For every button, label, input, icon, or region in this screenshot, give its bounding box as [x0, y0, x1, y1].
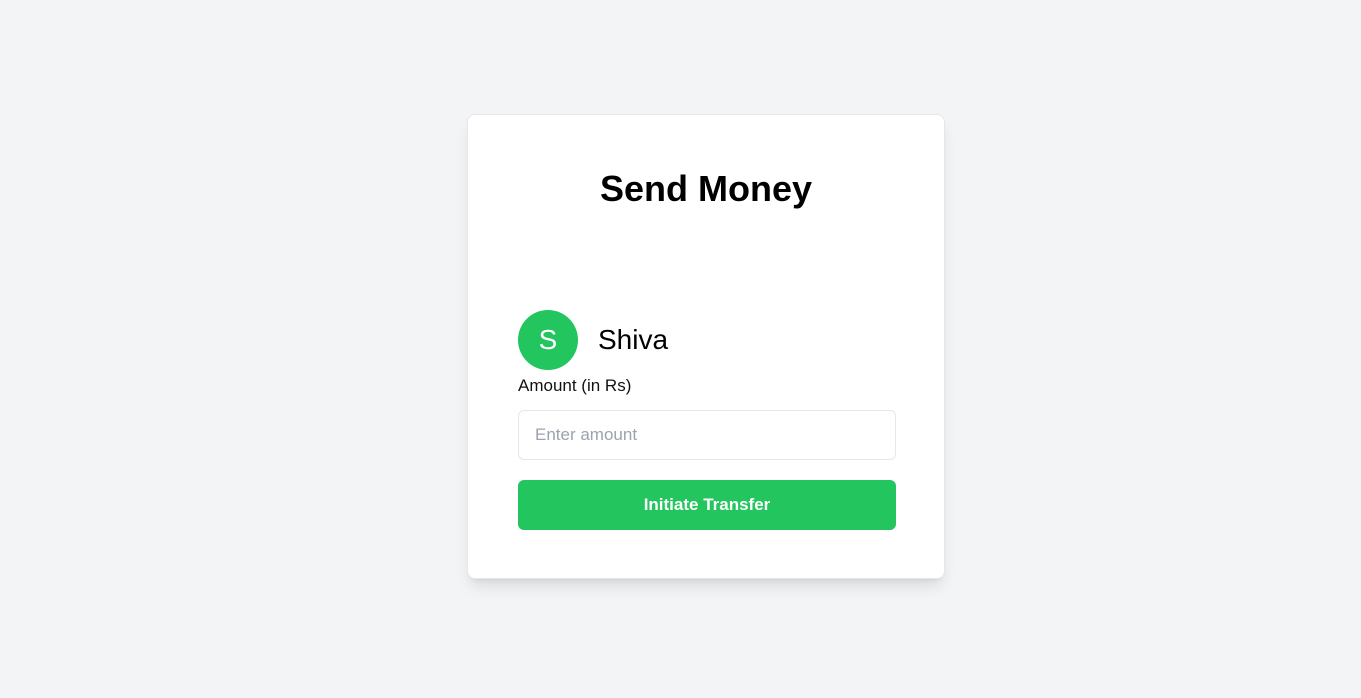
- avatar-initial: S: [538, 324, 558, 355]
- initiate-transfer-button[interactable]: Initiate Transfer: [518, 480, 896, 530]
- send-money-card: Send Money S Shiva Amount (in Rs) Initia…: [467, 114, 945, 579]
- recipient-row: S Shiva: [518, 310, 668, 370]
- amount-input[interactable]: [518, 410, 896, 460]
- amount-label: Amount (in Rs): [518, 376, 632, 395]
- page-title: Send Money: [599, 168, 813, 209]
- recipient-name: Shiva: [598, 324, 669, 355]
- avatar: S: [518, 310, 578, 370]
